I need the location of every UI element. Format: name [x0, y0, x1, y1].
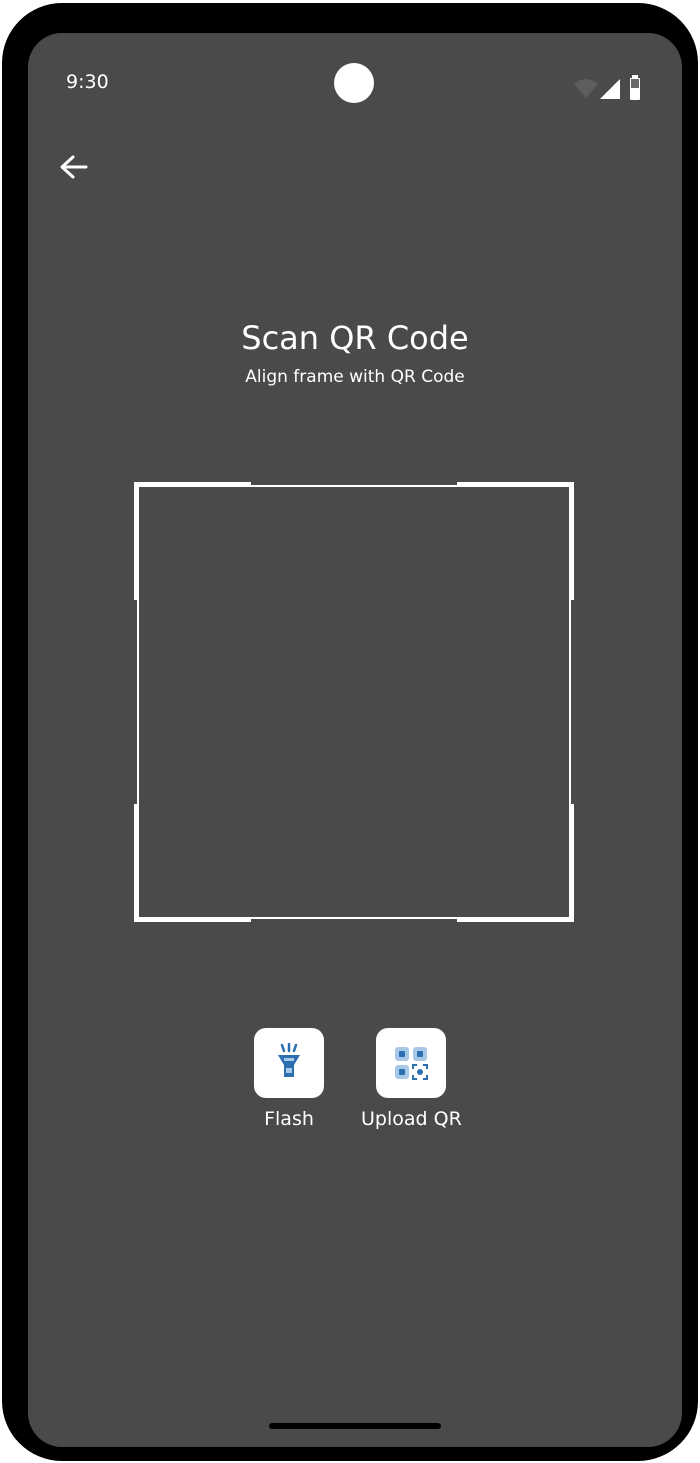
- upload-qr-action[interactable]: Upload QR: [361, 1028, 462, 1130]
- signal-icon: [600, 79, 620, 99]
- arrow-left-icon: [60, 155, 88, 179]
- screen: 9:30 Scan QR Code Align frame with QR Co…: [28, 33, 682, 1447]
- scan-frame: [134, 482, 574, 922]
- flashlight-icon: [278, 1043, 300, 1077]
- flash-button[interactable]: [254, 1028, 324, 1098]
- status-icons: [574, 75, 640, 100]
- flash-label: Flash: [264, 1108, 314, 1130]
- upload-qr-label: Upload QR: [361, 1108, 462, 1130]
- status-time: 9:30: [66, 71, 109, 93]
- back-button[interactable]: [54, 147, 94, 187]
- battery-icon: [630, 75, 640, 100]
- home-indicator[interactable]: [269, 1423, 441, 1429]
- flash-action[interactable]: Flash: [254, 1028, 324, 1130]
- phone-frame: 9:30 Scan QR Code Align frame with QR Co…: [2, 3, 698, 1461]
- qr-upload-icon: [395, 1047, 429, 1080]
- page-subtitle: Align frame with QR Code: [245, 367, 465, 387]
- upload-qr-button[interactable]: [376, 1028, 447, 1098]
- page-title: Scan QR Code: [241, 319, 469, 357]
- front-camera: [334, 63, 374, 103]
- wifi-icon: [574, 79, 598, 98]
